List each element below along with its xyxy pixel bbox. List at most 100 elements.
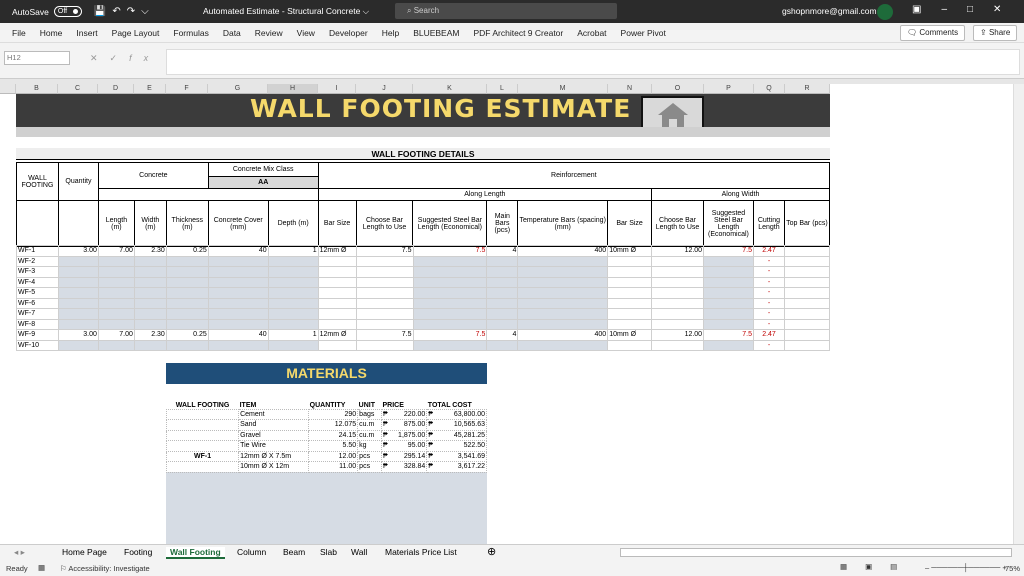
cell-sg[interactable]: [412, 255, 488, 267]
col-header-c[interactable]: C: [58, 84, 98, 94]
table-row[interactable]: WF-5 -: [16, 287, 831, 299]
cell-cov[interactable]: [207, 255, 269, 267]
materials-cell[interactable]: 12.075: [308, 419, 359, 431]
sheet-tab-wall[interactable]: Wall: [351, 547, 367, 557]
cell-mb[interactable]: [486, 339, 519, 351]
cell-qty[interactable]: [57, 255, 99, 267]
cell-tb[interactable]: [517, 276, 609, 288]
zoom-level[interactable]: 75%: [1005, 564, 1020, 573]
table-row[interactable]: WF-8 -: [16, 318, 831, 330]
materials-cell[interactable]: ₱ 1,875.00: [380, 429, 428, 441]
materials-cell[interactable]: ₱ 95.00: [380, 440, 428, 452]
materials-cell[interactable]: ₱ 295.14: [380, 450, 428, 462]
cell-wid[interactable]: 2.30: [133, 245, 167, 257]
cell-sg2[interactable]: [703, 276, 755, 288]
table-row[interactable]: WF-3 -: [16, 266, 831, 278]
add-sheet-icon[interactable]: ⊕: [487, 545, 496, 558]
tab-power-pivot[interactable]: Power Pivot: [621, 28, 666, 38]
cell-thk[interactable]: [165, 308, 209, 320]
cell-id[interactable]: WF-1: [16, 245, 59, 257]
table-row[interactable]: WF-7 -: [16, 308, 831, 320]
cell-len[interactable]: [97, 308, 135, 320]
avatar[interactable]: [877, 4, 893, 20]
cell-top-bar[interactable]: [783, 297, 831, 309]
cell-thk[interactable]: [165, 318, 209, 330]
cell-tb[interactable]: [517, 339, 609, 351]
col-header-g[interactable]: G: [208, 84, 268, 94]
table-row[interactable]: WF-4 -: [16, 276, 831, 288]
formula-icons[interactable]: ✕✓fx: [90, 53, 160, 64]
cell-id[interactable]: WF-10: [16, 339, 59, 351]
table-row[interactable]: WF-9 3.00 7.00 2.30 0.25 40 1 12mm Ø 7.5 7.5 4 400 1…: [16, 329, 831, 341]
cell-sg[interactable]: 7.5: [412, 245, 488, 257]
cell-top-bar[interactable]: [783, 329, 831, 341]
formula-input[interactable]: [166, 49, 1020, 75]
table-row[interactable]: WF-2 -: [16, 255, 831, 267]
cell-len[interactable]: [97, 287, 135, 299]
cell-cov[interactable]: [207, 318, 269, 330]
cell-tb[interactable]: 400: [517, 245, 609, 257]
cell-cov[interactable]: 40: [207, 329, 269, 341]
cell-cl2[interactable]: 12.00: [651, 245, 705, 257]
cell-bs[interactable]: [317, 266, 357, 278]
cell-sg2[interactable]: [703, 266, 755, 278]
cell-wid[interactable]: [133, 297, 167, 309]
sheet-tab-wall-footing[interactable]: Wall Footing: [166, 547, 225, 559]
materials-cell[interactable]: ₱ 220.00: [380, 408, 428, 420]
cell-bs[interactable]: [317, 276, 357, 288]
cell-len[interactable]: [97, 255, 135, 267]
cell-cut[interactable]: -: [753, 308, 785, 320]
cell-len[interactable]: 7.00: [97, 329, 135, 341]
cell-cl2[interactable]: [651, 297, 705, 309]
cell-mb[interactable]: [486, 287, 519, 299]
cell-cov[interactable]: [207, 339, 269, 351]
cell-sg[interactable]: [412, 318, 488, 330]
tab-pdf-architect[interactable]: PDF Architect 9 Creator: [473, 28, 563, 38]
cell-cut[interactable]: 2.47: [753, 329, 785, 341]
cell-bs[interactable]: [317, 308, 357, 320]
cell-bs[interactable]: 12mm Ø: [317, 245, 357, 257]
cell-mb[interactable]: 4: [486, 245, 519, 257]
cell-thk[interactable]: [165, 276, 209, 288]
cell-bs[interactable]: [317, 297, 357, 309]
col-header-m[interactable]: M: [518, 84, 608, 94]
cell-qty[interactable]: 3.00: [57, 245, 99, 257]
cell-bs2[interactable]: [607, 318, 653, 330]
tab-formulas[interactable]: Formulas: [173, 28, 208, 38]
cell-cl[interactable]: [355, 276, 414, 288]
cell-wid[interactable]: [133, 287, 167, 299]
cell-sg2[interactable]: [703, 318, 755, 330]
cell-cut[interactable]: -: [753, 339, 785, 351]
tab-data[interactable]: Data: [223, 28, 241, 38]
materials-cell[interactable]: Cement: [238, 408, 310, 420]
cell-top-bar[interactable]: [783, 255, 831, 267]
materials-cell[interactable]: [165, 408, 240, 420]
cell-dep[interactable]: [267, 255, 319, 267]
col-header-f[interactable]: F: [166, 84, 208, 94]
col-header-e[interactable]: E: [134, 84, 166, 94]
cell-mb[interactable]: [486, 308, 519, 320]
col-header-r[interactable]: R: [785, 84, 830, 94]
materials-row[interactable]: Tie Wire 5.50 kg ₱ 95.00 ₱ 522.50: [165, 440, 487, 452]
cell-sg[interactable]: [412, 266, 488, 278]
cell-wid[interactable]: [133, 339, 167, 351]
cell-len[interactable]: [97, 318, 135, 330]
horizontal-scrollbar[interactable]: [620, 548, 1012, 557]
cell-id[interactable]: WF-7: [16, 308, 59, 320]
materials-cell[interactable]: 12.00: [308, 450, 359, 462]
cell-top-bar[interactable]: [783, 339, 831, 351]
cell-sg2[interactable]: 7.5: [703, 329, 755, 341]
tab-nav-arrows[interactable]: ◂ ▸: [14, 547, 25, 558]
col-header-p[interactable]: P: [704, 84, 754, 94]
cell-id[interactable]: WF-8: [16, 318, 59, 330]
cell-bs[interactable]: [317, 339, 357, 351]
zoom-slider[interactable]: – ──────┼────── +: [925, 563, 1007, 572]
materials-cell[interactable]: ₱ 10,565.63: [426, 419, 487, 431]
cell-dep[interactable]: [267, 318, 319, 330]
cell-qty[interactable]: 3.00: [57, 329, 99, 341]
cell-mb[interactable]: [486, 266, 519, 278]
cell-sg[interactable]: 7.5: [412, 329, 488, 341]
sheet-tab-materials-price-list[interactable]: Materials Price List: [385, 547, 457, 557]
materials-cell[interactable]: bags: [357, 408, 382, 420]
cell-wid[interactable]: [133, 276, 167, 288]
